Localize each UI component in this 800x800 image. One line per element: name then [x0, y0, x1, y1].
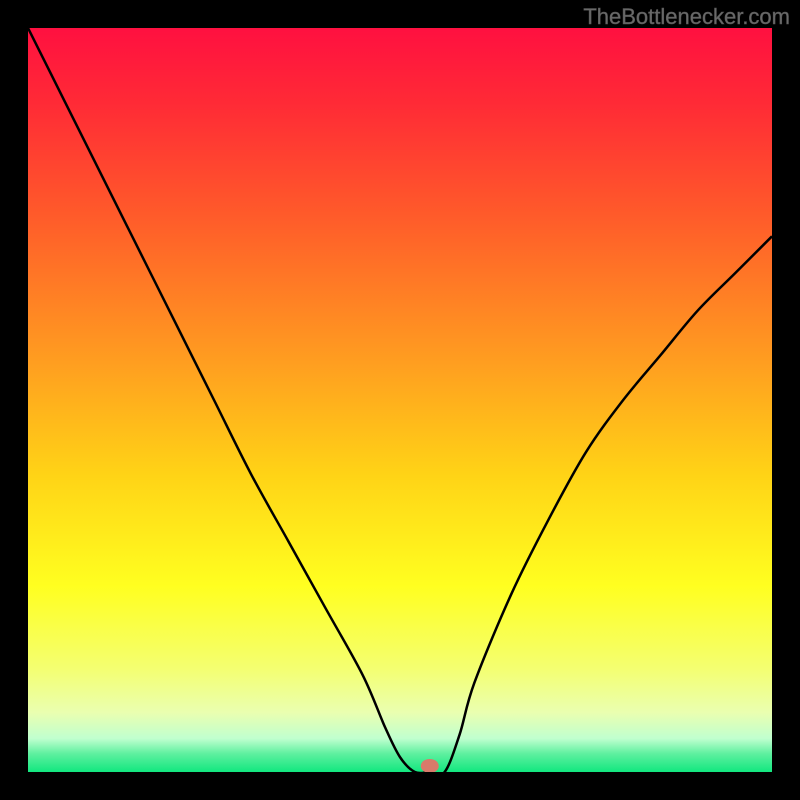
plot-area — [28, 28, 772, 772]
chart-svg — [28, 28, 772, 772]
chart-container: TheBottlenecker.com — [0, 0, 800, 800]
gradient-background — [28, 28, 772, 772]
attribution-label: TheBottlenecker.com — [583, 4, 790, 30]
